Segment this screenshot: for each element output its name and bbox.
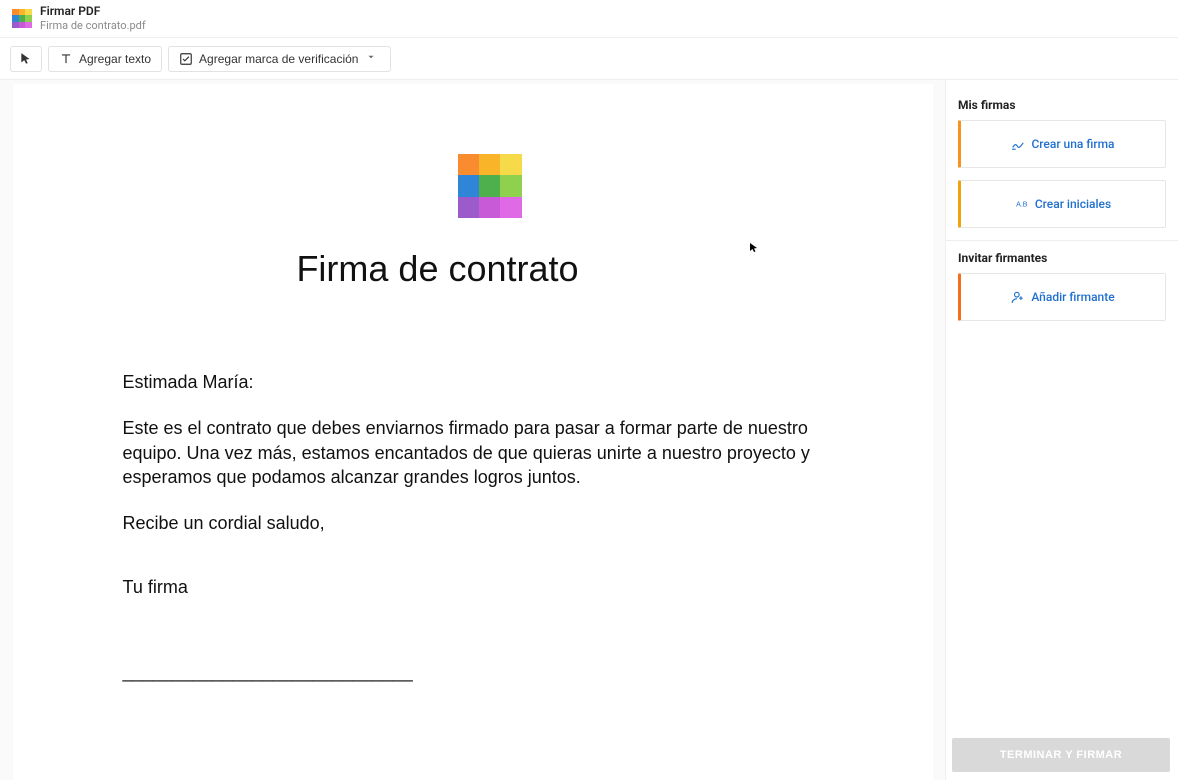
- svg-text:A.B: A.B: [1016, 201, 1028, 208]
- add-text-label: Agregar texto: [79, 52, 151, 66]
- document-logo-icon: [458, 154, 522, 218]
- toolbar: Agregar texto Agregar marca de verificac…: [0, 38, 1178, 80]
- document-area[interactable]: Firma de contrato Estimada María: Este e…: [0, 80, 946, 780]
- create-initials-button[interactable]: A.B Crear iniciales: [958, 180, 1166, 228]
- document-salutation: Estimada María:: [123, 370, 823, 394]
- header-titles: Firmar PDF Firma de contrato.pdf: [40, 5, 146, 31]
- main-layout: Firma de contrato Estimada María: Este e…: [0, 80, 1178, 780]
- add-checkmark-label: Agregar marca de verificación: [199, 52, 358, 66]
- add-signer-label: Añadir firmante: [1031, 290, 1114, 304]
- document-heading: Firma de contrato: [53, 248, 823, 290]
- finish-and-sign-label: TERMINAR Y FIRMAR: [1000, 749, 1122, 761]
- file-name: Firma de contrato.pdf: [40, 20, 146, 32]
- sidebar-divider: [946, 240, 1178, 241]
- app-title: Firmar PDF: [40, 5, 146, 18]
- initials-icon: A.B: [1015, 197, 1029, 211]
- sidebar: Mis firmas Crear una firma A.B Crear ini…: [946, 80, 1178, 780]
- app-logo-icon: [12, 9, 32, 29]
- signature-icon: [1011, 137, 1025, 151]
- add-text-button[interactable]: Agregar texto: [48, 46, 162, 72]
- chevron-down-icon: [366, 52, 380, 66]
- invite-signers-title: Invitar firmantes: [958, 251, 1166, 265]
- app-header: Firmar PDF Firma de contrato.pdf: [0, 0, 1178, 38]
- create-signature-button[interactable]: Crear una firma: [958, 120, 1166, 168]
- finish-and-sign-button[interactable]: TERMINAR Y FIRMAR: [952, 738, 1170, 772]
- text-icon: [59, 52, 73, 66]
- document-page[interactable]: Firma de contrato Estimada María: Este e…: [13, 84, 933, 780]
- document-closing: Recibe un cordial saludo,: [123, 511, 823, 535]
- document-body: Estimada María: Este es el contrato que …: [123, 370, 823, 684]
- my-signatures-title: Mis firmas: [958, 98, 1166, 112]
- add-checkmark-button[interactable]: Agregar marca de verificación: [168, 46, 391, 72]
- create-initials-label: Crear iniciales: [1035, 197, 1111, 211]
- select-tool-button[interactable]: [10, 46, 42, 72]
- add-signer-button[interactable]: Añadir firmante: [958, 273, 1166, 321]
- pointer-icon: [19, 52, 33, 66]
- checkmark-icon: [179, 52, 193, 66]
- create-signature-label: Crear una firma: [1031, 137, 1114, 151]
- document-paragraph: Este es el contrato que debes enviarnos …: [123, 416, 823, 489]
- signature-label: Tu firma: [123, 575, 823, 599]
- add-person-icon: [1011, 290, 1025, 304]
- signature-line: _____________________________: [123, 660, 823, 684]
